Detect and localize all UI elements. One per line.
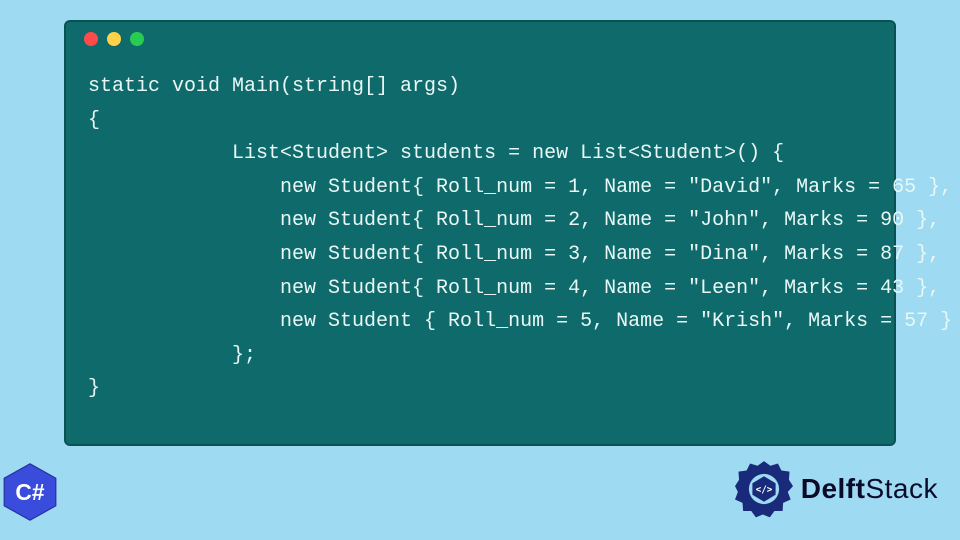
brand-name: DelftStack [801,473,938,505]
code-block: static void Main(string[] args) { List<S… [66,56,894,422]
gear-icon: </> [735,460,793,518]
maximize-icon [130,32,144,46]
hexagon-icon: C# [0,462,60,522]
window-titlebar [66,22,894,56]
csharp-badge: C# [0,462,60,522]
code-window: static void Main(string[] args) { List<S… [64,20,896,446]
badge-text: C# [15,479,44,505]
brand-logo: </> DelftStack [735,460,938,518]
minimize-icon [107,32,121,46]
brand-part1: Delft [801,473,866,504]
close-icon [84,32,98,46]
brand-part2: Stack [865,473,938,504]
svg-text:</>: </> [755,484,772,495]
